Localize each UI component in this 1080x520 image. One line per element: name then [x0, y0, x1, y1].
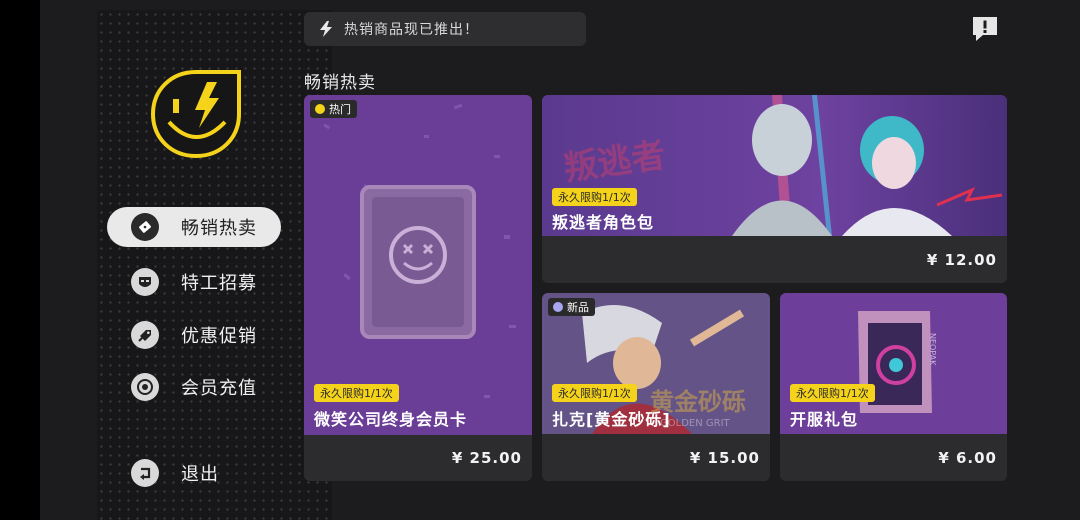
smiley-lightning-logo — [150, 70, 241, 159]
sidebar-item-recruit[interactable]: 特工招募 — [107, 262, 281, 302]
tag-label: 热门 — [329, 103, 351, 116]
purchase-limit-badge: 永久限购1/1次 — [552, 188, 637, 206]
purchase-limit-badge: 永久限购1/1次 — [314, 384, 399, 402]
product-price: ¥ 12.00 — [926, 251, 997, 269]
sidebar-item-exit[interactable]: 退出 — [107, 453, 281, 493]
sidebar-item-label: 畅销热卖 — [181, 218, 257, 239]
art-title-text: NEOPAK — [928, 333, 937, 366]
sidebar-item-label: 特工招募 — [181, 273, 257, 294]
sidebar-item-membership[interactable]: 会员充值 — [107, 367, 281, 407]
product-card-launch-pack[interactable]: NEOPAK 永久限购1/1次 开服礼包 ¥ 6.00 — [780, 293, 1007, 481]
sidebar-item-promotions[interactable]: 优惠促销 — [107, 315, 281, 355]
purchase-limit-badge: 永久限购1/1次 — [552, 384, 637, 402]
purchase-limit-badge: 永久限购1/1次 — [790, 384, 875, 402]
sidebar-item-label: 会员充值 — [181, 378, 257, 399]
product-price: ¥ 15.00 — [689, 449, 760, 467]
product-name: 微笑公司终身会员卡 — [314, 410, 468, 429]
lightning-icon — [320, 21, 332, 37]
coupon-tag-icon — [131, 321, 159, 349]
product-card-membership[interactable]: 热门 永久限购1/1次 微笑公司终身会员卡 ¥ 25.00 — [304, 95, 532, 481]
hot-tag: 热门 — [310, 100, 357, 118]
sidebar-item-label: 退出 — [181, 464, 219, 485]
product-price: ¥ 6.00 — [938, 449, 997, 467]
section-title: 畅销热卖 — [304, 73, 376, 93]
notice-banner[interactable]: 热销商品现已推出！ — [304, 12, 586, 46]
notice-text: 热销商品现已推出！ — [344, 22, 479, 38]
agent-mask-icon — [131, 268, 159, 296]
new-tag: 新品 — [548, 298, 595, 316]
app-window: 畅销热卖 特工招募 优惠促销 会员充值 退出 热销商品现已推出！ 畅销热卖 热门… — [40, 0, 1080, 520]
product-name: 开服礼包 — [790, 410, 859, 429]
product-card-zack[interactable]: 黄金砂砾 GOLDEN GRIT 新品 永久限购1/1次 扎克[黄金砂砾] ¥ … — [542, 293, 770, 481]
coin-icon — [131, 373, 159, 401]
product-name: 扎克[黄金砂砾] — [552, 410, 671, 429]
product-name: 叛逃者角色包 — [552, 213, 655, 232]
ticket-icon — [131, 213, 159, 241]
exclamation-chat-icon[interactable] — [970, 14, 1000, 44]
sidebar-item-bestsellers[interactable]: 畅销热卖 — [107, 207, 281, 247]
sidebar-item-label: 优惠促销 — [181, 326, 257, 347]
tag-label: 新品 — [567, 301, 589, 314]
product-price: ¥ 25.00 — [451, 449, 522, 467]
exit-arrow-icon — [131, 459, 159, 487]
product-card-defector[interactable]: 叛逃者 永久限购1/1次 叛逃者角色包 ¥ 12.00 — [542, 95, 1007, 283]
